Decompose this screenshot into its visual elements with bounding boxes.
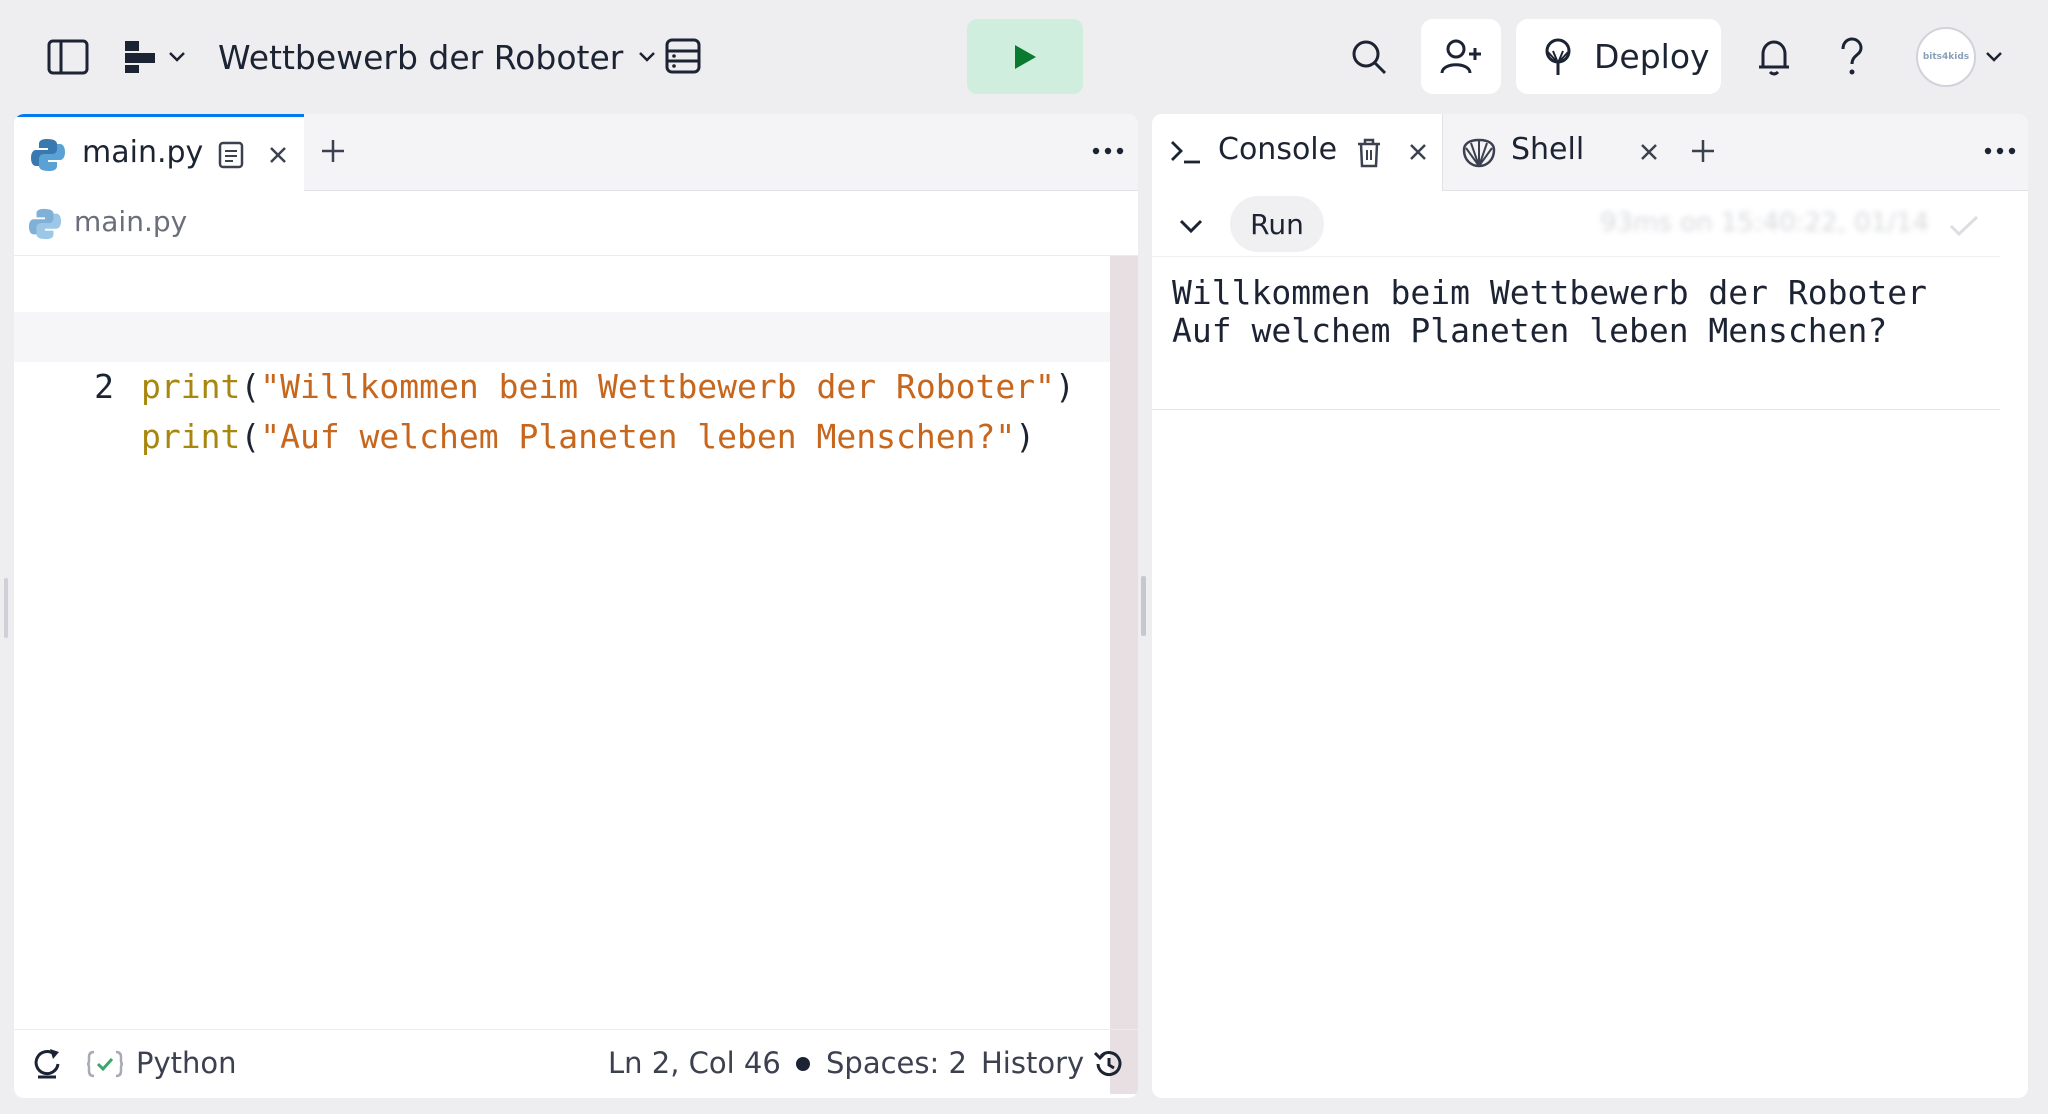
history-label[interactable]: History	[981, 1046, 1084, 1080]
editor-tab-bar: main.py	[14, 114, 1138, 191]
project-title: Wettbewerb der Roboter	[218, 37, 624, 77]
tab-label: Console	[1218, 132, 1338, 167]
project-title-dropdown[interactable]: Wettbewerb der Roboter	[218, 34, 657, 80]
python-icon	[28, 208, 62, 240]
run-chip[interactable]: Run	[1230, 196, 1324, 252]
status-bar: Python Ln 2, Col 46 Spaces: 2 History	[14, 1029, 1138, 1098]
tab-shell[interactable]: Shell	[1443, 114, 1675, 190]
ai-assist-icon[interactable]	[32, 1046, 62, 1080]
editor-panel: main.py main.py 1 print("Willkommen beim…	[14, 114, 1138, 1098]
code-string: "Auf welchem Planeten leben Menschen?"	[260, 417, 1016, 456]
indent-setting[interactable]: Spaces: 2	[826, 1046, 967, 1080]
collapse-run-icon[interactable]	[1178, 218, 1204, 236]
code-line: 1 print("Willkommen beim Wettbewerb der …	[14, 262, 1110, 406]
workspace-icon	[125, 41, 155, 73]
help-icon[interactable]	[1834, 34, 1870, 80]
output-line: Willkommen beim Wettbewerb der Roboter	[1172, 273, 1927, 312]
close-icon[interactable]	[1408, 142, 1428, 162]
lsp-check-icon	[86, 1050, 124, 1078]
run-button[interactable]	[967, 19, 1083, 94]
code-string: "Willkommen beim Wettbewerb der Roboter"	[260, 367, 1055, 406]
tab-main-py[interactable]: main.py	[14, 114, 304, 191]
sidebar-toggle-icon[interactable]	[44, 36, 92, 78]
history-icon[interactable]	[1092, 1048, 1124, 1080]
python-icon	[31, 139, 65, 171]
close-icon[interactable]	[268, 145, 288, 165]
play-icon	[1015, 44, 1036, 69]
tab-label: Shell	[1511, 132, 1585, 167]
tab-label: main.py	[82, 135, 204, 170]
add-tab-icon[interactable]	[320, 138, 346, 164]
panel-resize-handle[interactable]	[1141, 576, 1146, 636]
code-paren: (	[240, 367, 261, 406]
output-line: Auf welchem Planeten leben Menschen?	[1172, 311, 1888, 350]
console-icon	[1171, 141, 1200, 164]
code-paren: )	[1054, 367, 1075, 406]
console-output: Willkommen beim Wettbewerb der Roboter Au…	[1172, 274, 1927, 350]
invite-icon	[1440, 39, 1481, 73]
workspace-switcher[interactable]	[120, 36, 190, 78]
file-details-icon	[218, 141, 244, 169]
chevron-down-icon	[639, 52, 656, 62]
search-icon[interactable]	[1346, 34, 1392, 80]
deploy-icon	[1545, 38, 1571, 75]
run-meta: 93ms on 15:40:22, 01/14	[1600, 208, 1930, 238]
language-label[interactable]: Python	[136, 1046, 237, 1080]
dashboard-icon[interactable]	[662, 34, 704, 78]
breadcrumb: main.py	[14, 191, 1138, 256]
code-function: print	[141, 417, 241, 456]
check-icon	[1949, 215, 1979, 237]
code-line-active: 2 print("Auf welchem Planeten leben Mens…	[14, 312, 1110, 456]
code-editor[interactable]: 1 print("Willkommen beim Wettbewerb der …	[14, 256, 1110, 1096]
left-resize-handle[interactable]	[4, 578, 8, 638]
deploy-label: Deploy	[1594, 37, 1710, 76]
deploy-button[interactable]: Deploy	[1516, 19, 1721, 94]
tab-console[interactable]: Console	[1152, 114, 1442, 191]
invite-button[interactable]	[1421, 19, 1501, 94]
console-panel: Console Shell Run 93ms on 15:40:22, 01/1…	[1152, 114, 2028, 1098]
account-menu[interactable]: bits4kids	[1916, 27, 2006, 87]
bell-icon[interactable]	[1754, 34, 1794, 80]
chevron-down-icon	[1986, 52, 2002, 62]
top-bar: Wettbewerb der Roboter Deploy bits4kids	[0, 0, 2048, 114]
close-icon[interactable]	[1639, 142, 1659, 162]
output-divider	[1152, 409, 2000, 410]
more-options-icon[interactable]	[1092, 146, 1124, 156]
shell-icon	[1462, 138, 1496, 168]
avatar: bits4kids	[1916, 27, 1976, 87]
trash-icon[interactable]	[1356, 138, 1382, 168]
console-tab-bar: Console Shell	[1152, 114, 2028, 191]
line-number: 2	[94, 367, 114, 406]
unsaved-dot	[796, 1057, 810, 1071]
code-paren: (	[240, 417, 261, 456]
avatar-logo-text: bits4kids	[1922, 52, 1970, 62]
chevron-down-icon	[169, 52, 185, 62]
code-paren: )	[1015, 417, 1036, 456]
cursor-position[interactable]: Ln 2, Col 46	[608, 1046, 781, 1080]
more-options-icon[interactable]	[1984, 146, 2016, 156]
breadcrumb-file[interactable]: main.py	[74, 205, 187, 238]
run-divider	[1152, 256, 2000, 257]
add-tab-icon[interactable]	[1690, 138, 1716, 164]
code-function: print	[141, 367, 241, 406]
editor-scrollbar[interactable]	[1110, 256, 1138, 1094]
